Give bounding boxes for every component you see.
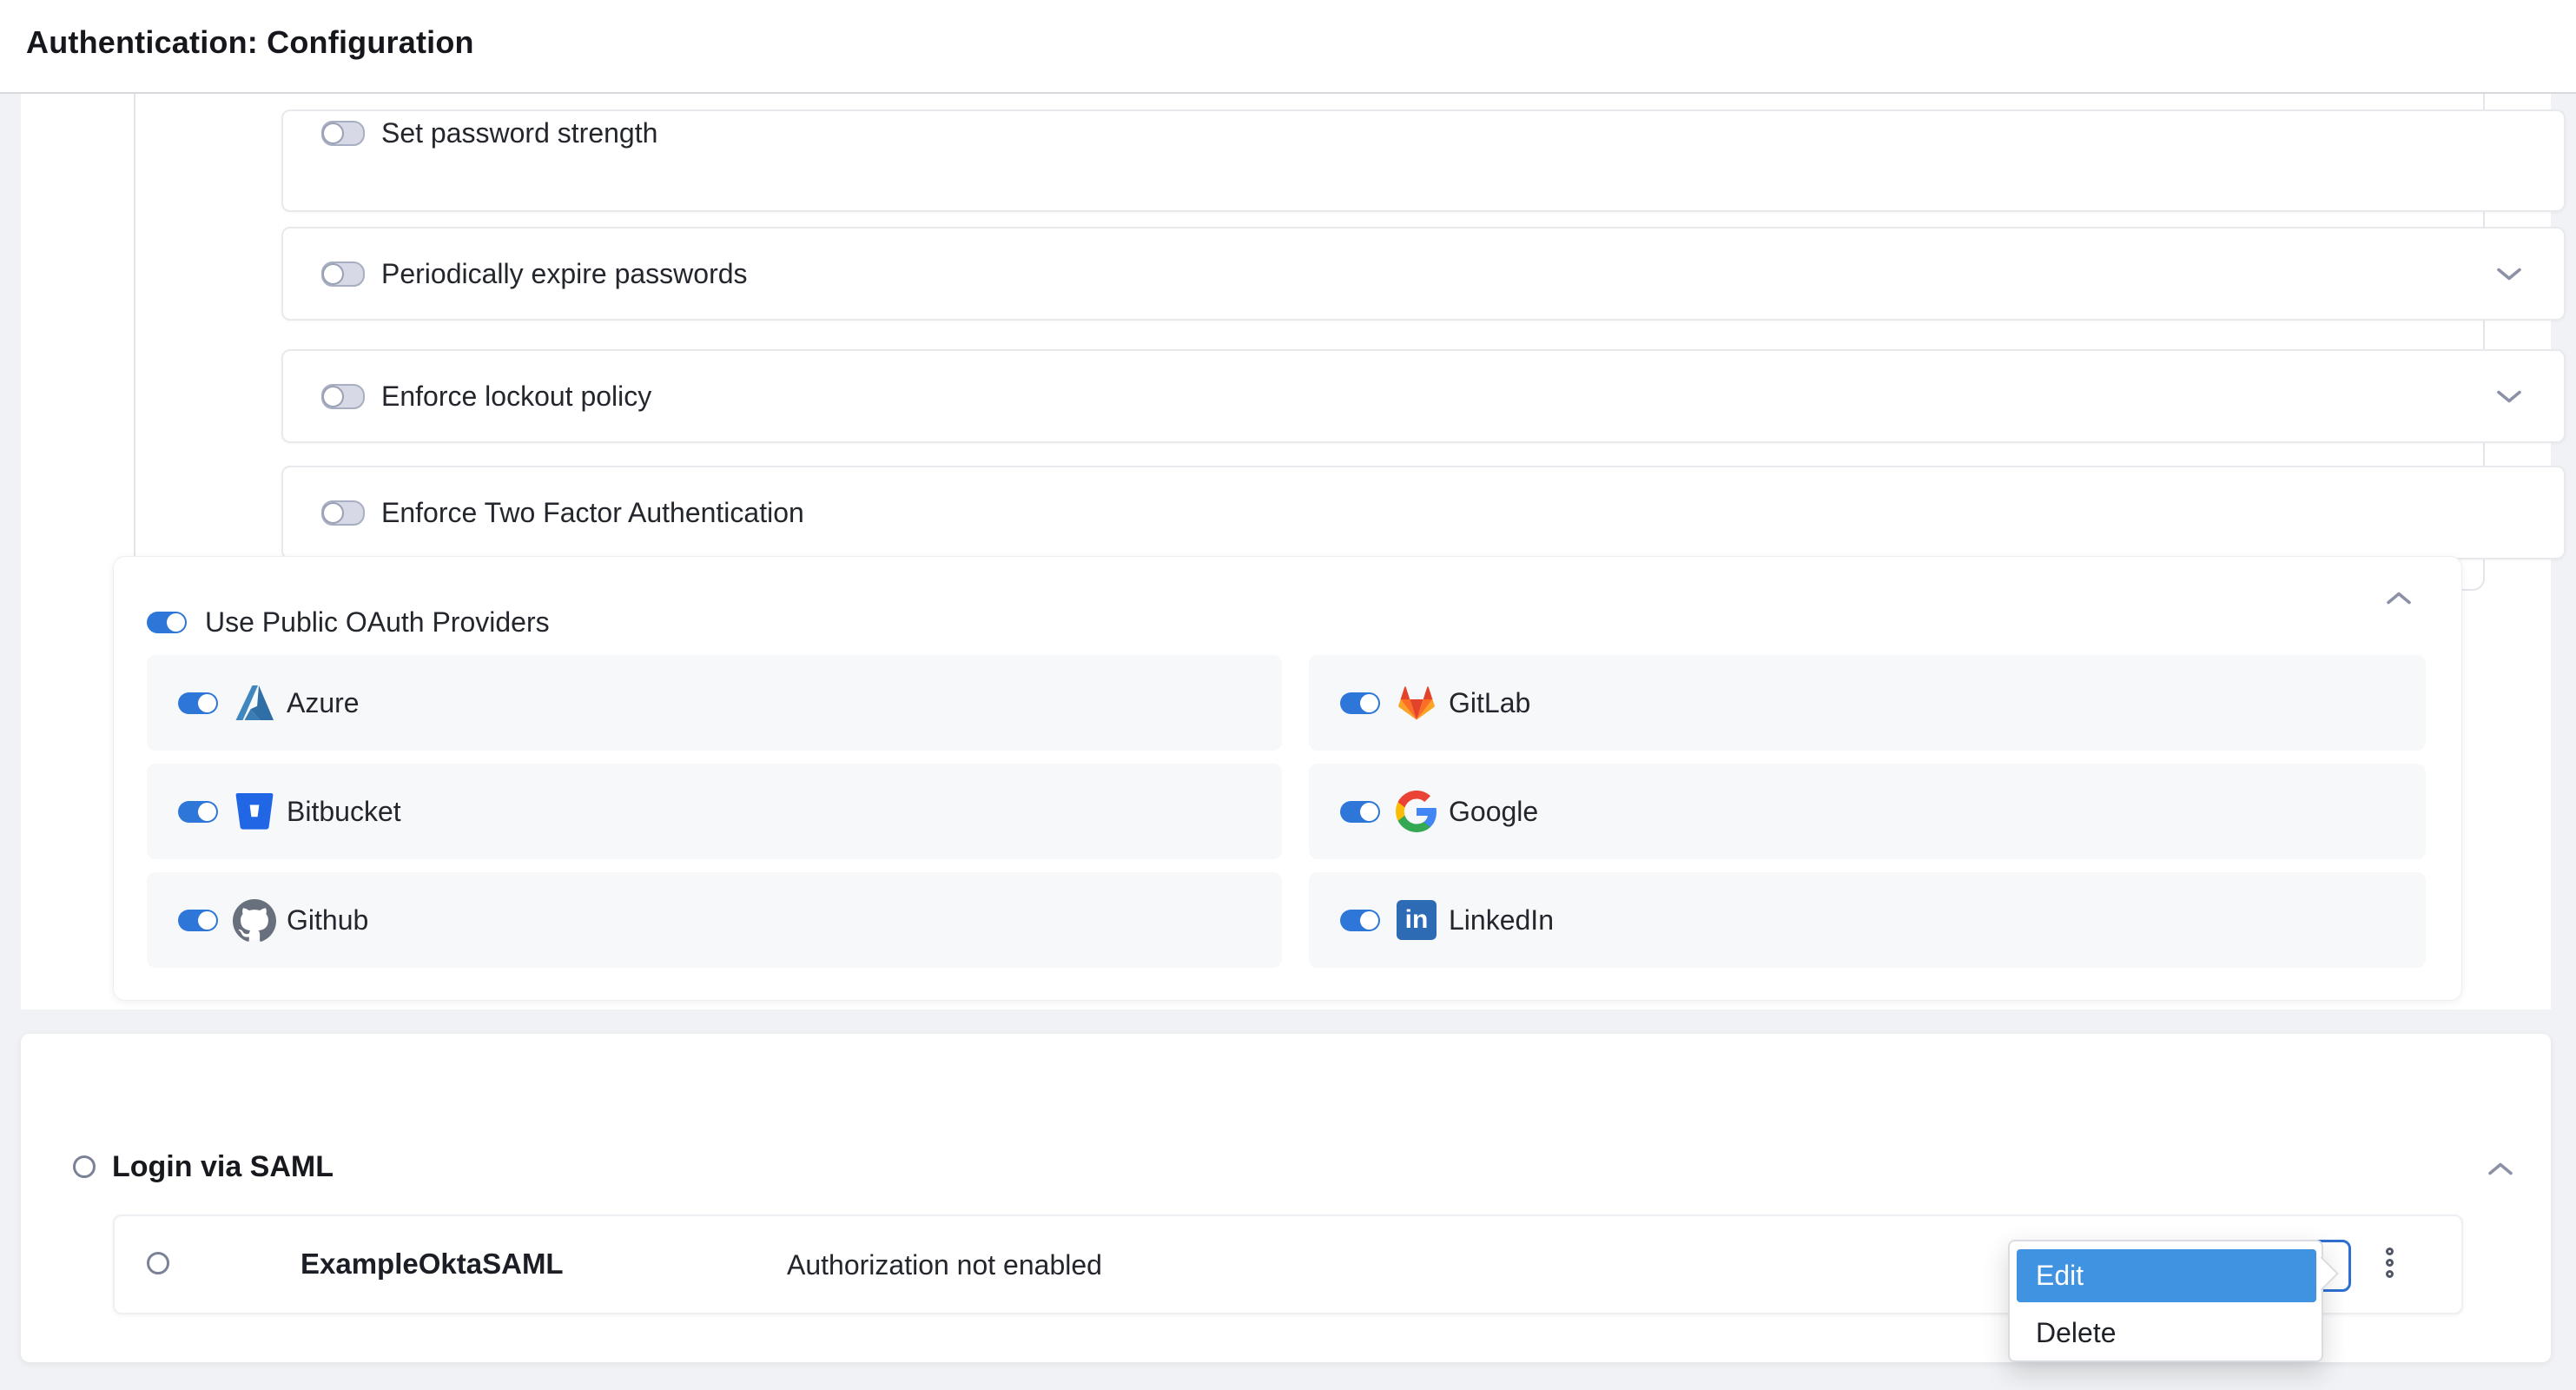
setting-label: Set password strength xyxy=(381,117,657,149)
provider-label: Bitbucket xyxy=(287,796,401,828)
toggle-linkedin[interactable] xyxy=(1340,910,1380,931)
oauth-providers-card: Use Public OAuth Providers Azure Bitbuck… xyxy=(113,556,2462,1001)
setting-label: Enforce lockout policy xyxy=(381,381,651,413)
saml-connection-status: Authorization not enabled xyxy=(787,1249,1102,1281)
setting-row-expire-passwords[interactable]: Periodically expire passwords xyxy=(281,227,2566,321)
provider-label: Github xyxy=(287,904,368,937)
linkedin-icon: in xyxy=(1395,898,1438,942)
chevron-up-icon[interactable] xyxy=(2386,591,2412,606)
saml-section-title: Login via SAML xyxy=(112,1150,334,1184)
toggle-bitbucket[interactable] xyxy=(178,801,218,823)
chevron-down-icon[interactable] xyxy=(2496,389,2522,404)
oauth-section-title: Use Public OAuth Providers xyxy=(205,606,550,639)
kebab-menu-button[interactable] xyxy=(2363,1232,2415,1293)
provider-label: LinkedIn xyxy=(1449,904,1554,937)
toggle-clipped-setting[interactable] xyxy=(321,121,365,146)
bitbucket-icon xyxy=(233,790,276,833)
setting-row-two-factor[interactable]: Enforce Two Factor Authentication xyxy=(281,466,2566,559)
setting-row-clipped[interactable]: Set password strength xyxy=(281,109,2566,212)
provider-row-github[interactable]: Github xyxy=(147,872,1282,968)
menu-item-edit[interactable]: Edit xyxy=(2017,1249,2316,1302)
toggle-expire-passwords[interactable] xyxy=(321,261,365,287)
toggle-public-oauth[interactable] xyxy=(147,612,187,633)
provider-row-linkedin[interactable]: in LinkedIn xyxy=(1309,872,2426,968)
menu-item-delete[interactable]: Delete xyxy=(2017,1309,2316,1357)
setting-label: Enforce Two Factor Authentication xyxy=(381,497,804,529)
provider-label: Google xyxy=(1449,796,1538,828)
github-icon xyxy=(233,898,276,942)
provider-label: Azure xyxy=(287,687,360,719)
toggle-gitlab[interactable] xyxy=(1340,692,1380,714)
provider-row-bitbucket[interactable]: Bitbucket xyxy=(147,764,1282,859)
toggle-google[interactable] xyxy=(1340,801,1380,823)
setting-row-lockout-policy[interactable]: Enforce lockout policy xyxy=(281,349,2566,443)
chevron-up-icon[interactable] xyxy=(2487,1162,2513,1176)
provider-row-google[interactable]: Google xyxy=(1309,764,2426,859)
google-icon xyxy=(1395,790,1438,833)
saml-section-radio[interactable] xyxy=(73,1155,96,1178)
toggle-two-factor[interactable] xyxy=(321,500,365,526)
saml-connection-radio[interactable] xyxy=(147,1252,169,1274)
provider-row-azure[interactable]: Azure xyxy=(147,655,1282,751)
setting-label: Periodically expire passwords xyxy=(381,258,748,290)
toggle-github[interactable] xyxy=(178,910,218,931)
azure-icon xyxy=(233,681,276,725)
password-settings-card: Set password strength Periodically expir… xyxy=(134,52,2485,591)
page-header: Authentication: Configuration xyxy=(0,0,2576,94)
provider-label: GitLab xyxy=(1449,687,1530,719)
toggle-lockout-policy[interactable] xyxy=(321,384,365,409)
gitlab-icon xyxy=(1395,681,1438,725)
context-menu: Edit Delete xyxy=(2008,1240,2323,1362)
saml-connection-name: ExampleOktaSAML xyxy=(301,1248,564,1281)
chevron-down-icon[interactable] xyxy=(2496,267,2522,281)
page-title: Authentication: Configuration xyxy=(26,24,474,61)
toggle-azure[interactable] xyxy=(178,692,218,714)
provider-row-gitlab[interactable]: GitLab xyxy=(1309,655,2426,751)
